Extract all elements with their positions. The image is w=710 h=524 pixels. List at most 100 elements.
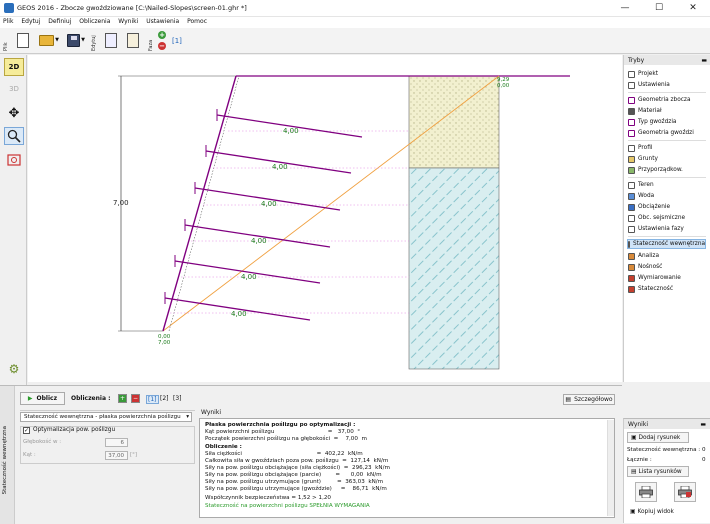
mode-profil[interactable]: Profil [628, 143, 652, 153]
open-file-button[interactable]: ▼ [36, 30, 62, 50]
result-line: Kąt powierzchni poślizgu = 37,00 ° [205, 429, 361, 435]
mode-obciazenie[interactable]: Obciążenie [628, 202, 670, 212]
calc-tab-3[interactable]: [3] [173, 395, 182, 402]
copy-view-label: Kopiuj widok [637, 508, 674, 515]
close-button[interactable]: ✕ [676, 0, 710, 17]
mode-woda[interactable]: Woda [628, 191, 654, 201]
result-line: Siły na pow. poślizgu obciążające (siła … [205, 465, 390, 471]
detail-button[interactable]: ▤ Szczegółowo [563, 394, 615, 405]
mode-wymiarowanie[interactable]: Wymiarowanie [628, 273, 681, 283]
menu-pomoc[interactable]: Pomoc [184, 17, 210, 25]
menu-plik[interactable]: Plik [0, 17, 16, 25]
mode-geometria-zbocza[interactable]: Geometria zbocza [628, 95, 691, 105]
play-icon: ▶ [27, 395, 33, 402]
collapse-icon[interactable]: ▬ [700, 421, 706, 428]
add-calculation-button[interactable]: + [118, 394, 127, 403]
calc-tab-1[interactable]: [1] [146, 395, 159, 404]
results-text-box[interactable]: Płaska powierzchnia poślizgu po optymali… [199, 418, 615, 518]
mode-material[interactable]: Materiał [628, 106, 662, 116]
bottom-coord-y: 7,00 [158, 340, 171, 346]
slope-drawing: 7,00 4,00 4,00 4,00 4,00 4,00 4,00 9,29 … [113, 75, 570, 370]
mode-geometria-gwozdzi[interactable]: Geometria gwoździ [628, 128, 694, 138]
mode-nosnosc[interactable]: Nośność [628, 262, 662, 272]
mode-projekt[interactable]: Projekt [628, 69, 658, 79]
result-line: Obliczenie : [205, 444, 242, 450]
side-tab-label: Stateczność wewnętrzna [2, 426, 8, 495]
zoom-extent-icon[interactable] [4, 151, 24, 169]
menu-ustawienia[interactable]: Ustawienia [143, 17, 182, 25]
modes-panel-header: Tryby ▬ [624, 55, 710, 65]
angle-input[interactable]: 37,00 [105, 451, 128, 460]
new-file-button[interactable] [14, 30, 32, 50]
assign-icon [628, 166, 635, 174]
mode-ustawienia[interactable]: Ustawienia [628, 80, 670, 90]
slope-geometry-icon [628, 96, 635, 104]
drawing-canvas[interactable]: 7,00 4,00 4,00 4,00 4,00 4,00 4,00 9,29 … [28, 55, 622, 382]
nail-length-label-2: 4,00 [272, 163, 288, 171]
printer-icon [639, 486, 653, 498]
mode-label: Analiza [638, 253, 660, 259]
results-scrollbar[interactable] [607, 420, 614, 516]
analysis-type-select[interactable]: Stateczność wewnętrzna - płaska powierzc… [20, 412, 192, 422]
add-figure-button[interactable]: ▣ Dodaj rysunek [627, 432, 689, 443]
mode-statecznosc[interactable]: Stateczność [628, 284, 673, 294]
load-icon [628, 203, 635, 211]
mode-analiza[interactable]: Analiza [628, 251, 659, 261]
calc-tab-2[interactable]: [2] [160, 395, 169, 402]
title-bar: GEOS 2016 - Zbocze gwoździowane [C:\Nail… [0, 0, 710, 17]
view-3d-button[interactable]: 3D [4, 80, 24, 98]
chevron-down-icon: ▼ [55, 37, 59, 43]
profile-icon [628, 144, 635, 152]
mode-teren[interactable]: Teren [628, 180, 654, 190]
optimize-checkbox[interactable]: ✓ [23, 427, 30, 434]
view-2d-button[interactable]: 2D [4, 58, 24, 76]
mode-label: Ustawienia [638, 82, 670, 88]
stability-icon [628, 285, 635, 293]
depth-input[interactable]: 6 [105, 438, 128, 447]
slope-face-line [162, 75, 237, 332]
pan-icon[interactable]: ✥ [4, 104, 24, 122]
soil-layer-top [408, 75, 500, 169]
figure-list-button[interactable]: ▤ Lista rysunków [627, 466, 689, 477]
phase-settings-icon [628, 225, 635, 233]
collapse-icon[interactable]: ▬ [701, 57, 707, 64]
remove-calculation-button[interactable]: − [131, 394, 140, 403]
mode-grunty[interactable]: Grunty [628, 154, 658, 164]
left-toolbar: 2D 3D ✥ ⚙ [0, 55, 27, 385]
copy-data-button[interactable] [102, 30, 120, 50]
nail-length-label-4: 4,00 [251, 237, 267, 245]
zoom-icon[interactable] [4, 127, 24, 145]
settings-gear-icon[interactable]: ⚙ [4, 360, 24, 378]
mode-statecznosc-wewnetrzna[interactable]: Stateczność wewnętrzna [627, 239, 706, 249]
print-button[interactable] [635, 482, 657, 502]
menu-obliczenia[interactable]: Obliczenia [76, 17, 113, 25]
result-line: Siły na pow. poślizgu utrzymujące (grunt… [205, 479, 384, 485]
mode-ustawienia-fazy[interactable]: Ustawienia fazy [628, 224, 684, 234]
material-icon [628, 107, 635, 115]
nail-length-label-3: 4,00 [261, 200, 277, 208]
nail-type-icon [628, 118, 635, 126]
add-figure-icon: ▣ [631, 434, 637, 441]
add-phase-button[interactable]: + [158, 31, 166, 39]
menu-definiuj[interactable]: Definiuj [45, 17, 74, 25]
mode-obc-sejsmiczne[interactable]: Obc. sejsmiczne [628, 213, 685, 223]
phase-1-tab[interactable]: [1] [172, 37, 182, 45]
toolbar: Plik ▼ ▼ Edytuj Faza + − [1] [0, 28, 710, 54]
maximize-button[interactable]: ☐ [642, 0, 676, 17]
remove-phase-button[interactable]: − [158, 42, 166, 50]
menu-edytuj[interactable]: Edytuj [18, 17, 43, 25]
paste-data-button[interactable] [124, 30, 142, 50]
compute-button[interactable]: ▶ Oblicz [20, 392, 65, 405]
result-line: Siła ciężkości = 402,22 kN/m [205, 451, 363, 457]
copy-view-button[interactable]: ▣ Kopiuj widok [627, 506, 689, 517]
mode-przyporzadkow[interactable]: Przyporządkow. [628, 165, 683, 175]
analysis-select-value: Stateczność wewnętrzna - płaska powierzc… [24, 414, 181, 420]
menu-wyniki[interactable]: Wyniki [115, 17, 141, 25]
mode-label: Nośność [638, 264, 663, 270]
mode-typ-gwozdzia[interactable]: Typ gwoździa [628, 117, 677, 127]
optimize-label: Optymalizacja pow. poślizgu [33, 427, 116, 433]
minimize-button[interactable]: — [608, 0, 642, 17]
export-pdf-button[interactable] [674, 482, 696, 502]
save-file-button[interactable]: ▼ [64, 30, 88, 50]
results-panel: Wyniki ▬ ▣ Dodaj rysunek Stateczność wewnę… [623, 418, 710, 523]
